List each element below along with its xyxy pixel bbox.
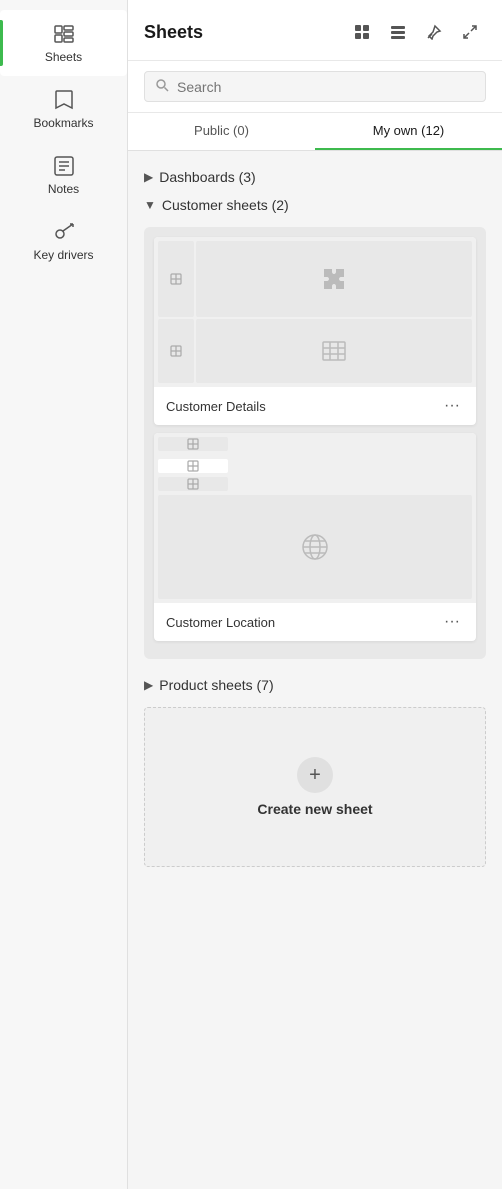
- product-sheets-label: Product sheets (7): [159, 677, 273, 693]
- thumb-cell-globe: [158, 495, 472, 599]
- card-customer-location[interactable]: Customer Location ···: [154, 433, 476, 641]
- thumb-cell-loc-bl3: [158, 477, 228, 491]
- tabs: Public (0) My own (12): [128, 113, 502, 151]
- sidebar-item-sheets[interactable]: Sheets: [0, 10, 127, 76]
- sidebar-item-bookmarks[interactable]: Bookmarks: [0, 76, 127, 142]
- tab-public[interactable]: Public (0): [128, 113, 315, 150]
- card-customer-details-name: Customer Details: [166, 399, 266, 414]
- section-customer-sheets[interactable]: ▼ Customer sheets (2): [144, 191, 486, 219]
- create-new-sheet-button[interactable]: + Create new sheet: [144, 707, 486, 867]
- grid-icon: [354, 24, 370, 40]
- sheets-icon: [52, 22, 76, 46]
- notes-icon: [52, 154, 76, 178]
- dashboards-label: Dashboards (3): [159, 169, 256, 185]
- customer-sheets-label: Customer sheets (2): [162, 197, 289, 213]
- expand-button[interactable]: [454, 16, 486, 48]
- card-customer-location-more-button[interactable]: ···: [440, 611, 464, 633]
- main-panel: Sheets: [128, 0, 502, 1189]
- expand-icon: [462, 24, 478, 40]
- list-view-button[interactable]: [382, 16, 414, 48]
- sidebar-item-bookmarks-label: Bookmarks: [33, 116, 93, 130]
- search-icon: [155, 78, 169, 95]
- thumb-cell-loc-bl2: [158, 459, 228, 473]
- card-customer-details[interactable]: Customer Details ···: [154, 237, 476, 425]
- search-input[interactable]: [177, 79, 475, 95]
- plus-icon: +: [297, 757, 333, 793]
- card-customer-details-more-button[interactable]: ···: [440, 395, 464, 417]
- content-area: ▶ Dashboards (3) ▼ Customer sheets (2): [128, 151, 502, 1189]
- pin-button[interactable]: [418, 16, 450, 48]
- chevron-right-icon-2: ▶: [144, 678, 153, 692]
- thumb-cell-loc-tl: [158, 437, 228, 451]
- thumb-cell-small2: [158, 319, 194, 383]
- chevron-right-icon: ▶: [144, 170, 153, 184]
- pin-icon: [426, 24, 442, 40]
- thumb-cell-table: [196, 319, 472, 383]
- sidebar: Sheets Bookmarks Notes: [0, 0, 128, 1189]
- header: Sheets: [128, 0, 502, 61]
- sidebar-item-notes-label: Notes: [48, 182, 79, 196]
- header-actions: [346, 16, 486, 48]
- card-customer-details-footer: Customer Details ···: [154, 387, 476, 425]
- create-sheet-label: Create new sheet: [257, 801, 372, 817]
- grid-view-button[interactable]: [346, 16, 378, 48]
- thumb-cell-small: [158, 241, 194, 317]
- page-title: Sheets: [144, 22, 203, 43]
- card-customer-location-footer: Customer Location ···: [154, 603, 476, 641]
- section-dashboards[interactable]: ▶ Dashboards (3): [144, 163, 486, 191]
- card-customer-details-thumbnail: [154, 237, 476, 387]
- chevron-down-icon: ▼: [144, 198, 156, 212]
- sidebar-item-notes[interactable]: Notes: [0, 142, 127, 208]
- search-wrapper: [144, 71, 486, 102]
- tab-my-own[interactable]: My own (12): [315, 113, 502, 150]
- search-container: [128, 61, 502, 113]
- thumb-cell-puzzle: [196, 241, 472, 317]
- customer-sheets-group: Customer Details ···: [144, 227, 486, 659]
- list-icon: [390, 24, 406, 40]
- card-customer-location-name: Customer Location: [166, 615, 275, 630]
- sidebar-item-key-drivers[interactable]: Key drivers: [0, 208, 127, 274]
- bookmarks-icon: [52, 88, 76, 112]
- key-drivers-icon: [52, 220, 76, 244]
- sidebar-item-key-drivers-label: Key drivers: [33, 248, 93, 262]
- card-customer-location-thumbnail: [154, 433, 476, 603]
- section-product-sheets[interactable]: ▶ Product sheets (7): [144, 671, 486, 699]
- sidebar-item-sheets-label: Sheets: [45, 50, 82, 64]
